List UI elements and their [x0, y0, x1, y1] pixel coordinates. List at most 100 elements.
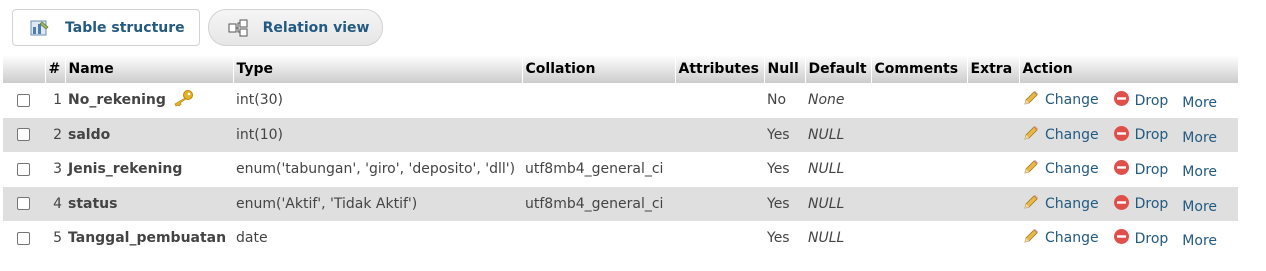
header-action: Action	[1019, 55, 1239, 83]
drop-icon	[1113, 125, 1135, 146]
drop-button[interactable]: Drop	[1113, 228, 1169, 249]
drop-label: Drop	[1134, 230, 1169, 247]
column-default: NULL	[805, 117, 871, 152]
change-button[interactable]: Change	[1022, 89, 1099, 111]
table-row: 5 Tanggal_pembuatan date Yes NULL Change Drop M…	[3, 221, 1238, 256]
change-button[interactable]: Change	[1022, 158, 1099, 180]
change-label: Change	[1045, 230, 1099, 247]
column-collation: utf8mb4_general_ci	[522, 152, 675, 187]
column-default: None	[805, 83, 871, 118]
more-button[interactable]: More	[1182, 95, 1217, 111]
drop-button[interactable]: Drop	[1113, 90, 1169, 111]
column-comments	[871, 117, 967, 152]
column-extra	[967, 186, 1019, 221]
column-attributes	[675, 117, 764, 152]
tab-label: Table structure	[65, 19, 185, 36]
header-type: Type	[233, 55, 523, 83]
drop-label: Drop	[1134, 92, 1169, 109]
header-extra: Extra	[967, 55, 1020, 83]
change-label: Change	[1045, 92, 1099, 109]
column-collation: utf8mb4_general_ci	[522, 186, 675, 221]
column-comments	[871, 83, 967, 118]
row-checkbox[interactable]	[17, 128, 30, 142]
column-name-cell: Jenis_rekening	[65, 152, 233, 187]
column-type: enum('Aktif', 'Tidak Aktif')	[233, 186, 522, 221]
column-extra	[967, 117, 1019, 152]
pencil-icon	[1022, 89, 1045, 111]
pencil-icon	[1022, 227, 1045, 249]
header-attributes: Attributes	[675, 55, 765, 83]
column-type: int(30)	[233, 83, 522, 118]
column-null: Yes	[764, 117, 805, 152]
header-select	[3, 55, 46, 83]
row-checkbox[interactable]	[17, 93, 30, 107]
more-button[interactable]: More	[1182, 164, 1217, 180]
column-name: Jenis_rekening	[68, 161, 183, 178]
column-attributes	[675, 152, 764, 187]
column-actions: Change Drop More	[1019, 83, 1238, 118]
column-null: Yes	[764, 152, 805, 187]
column-comments	[871, 221, 967, 256]
column-collation	[522, 117, 675, 152]
column-name-cell: Tanggal_pembuatan	[65, 221, 233, 256]
tab-bar: Table structure Relation view	[12, 9, 384, 46]
column-comments	[871, 152, 967, 187]
pencil-icon	[1022, 193, 1045, 215]
relation-view-icon	[227, 18, 249, 38]
column-name-cell: No_rekening	[65, 83, 233, 118]
table-structure-icon	[29, 18, 51, 38]
header-comments: Comments	[871, 55, 968, 83]
more-button[interactable]: More	[1182, 199, 1217, 215]
tab-relation-view[interactable]: Relation view	[207, 9, 384, 46]
table-row: 1 No_rekening int(30) No None Change Drop More	[3, 83, 1238, 118]
pencil-icon	[1022, 158, 1045, 180]
change-label: Change	[1045, 126, 1099, 143]
tab-table-structure[interactable]: Table structure	[12, 9, 200, 46]
drop-button[interactable]: Drop	[1113, 194, 1169, 215]
row-select-cell	[3, 186, 45, 221]
column-name: Tanggal_pembuatan	[68, 230, 227, 247]
drop-label: Drop	[1134, 196, 1169, 213]
column-extra	[967, 83, 1019, 118]
drop-button[interactable]: Drop	[1113, 125, 1169, 146]
column-type: int(10)	[233, 117, 522, 152]
drop-icon	[1113, 159, 1135, 180]
column-collation	[522, 83, 675, 118]
more-button[interactable]: More	[1182, 233, 1217, 249]
column-default: NULL	[805, 152, 871, 187]
column-name: No_rekening	[68, 92, 166, 109]
column-default: NULL	[805, 186, 871, 221]
column-type: date	[233, 221, 522, 256]
row-number: 5	[45, 221, 65, 256]
column-actions: Change Drop More	[1019, 117, 1238, 152]
column-null: No	[764, 83, 805, 118]
drop-label: Drop	[1134, 161, 1169, 178]
pencil-icon	[1022, 124, 1045, 146]
row-select-cell	[3, 83, 45, 118]
structure-table: # Name Type Collation Attributes Null De…	[3, 55, 1239, 256]
column-collation	[522, 221, 675, 256]
row-select-cell	[3, 221, 45, 256]
column-attributes	[675, 83, 764, 118]
column-comments	[871, 186, 967, 221]
row-checkbox[interactable]	[17, 231, 30, 245]
row-checkbox[interactable]	[17, 197, 30, 211]
change-label: Change	[1045, 161, 1099, 178]
tab-label: Relation view	[262, 19, 370, 36]
header-number: #	[45, 55, 66, 83]
row-select-cell	[3, 152, 45, 187]
drop-button[interactable]: Drop	[1113, 159, 1169, 180]
row-checkbox[interactable]	[17, 162, 30, 176]
change-button[interactable]: Change	[1022, 227, 1099, 249]
column-name-cell: saldo	[65, 117, 233, 152]
change-button[interactable]: Change	[1022, 193, 1099, 215]
more-button[interactable]: More	[1182, 130, 1217, 146]
drop-label: Drop	[1134, 127, 1169, 144]
header-default: Default	[805, 55, 872, 83]
drop-icon	[1113, 90, 1135, 111]
column-null: Yes	[764, 221, 805, 256]
column-attributes	[675, 221, 764, 256]
change-button[interactable]: Change	[1022, 124, 1099, 146]
table-row: 4 status enum('Aktif', 'Tidak Aktif') utf8m…	[3, 186, 1238, 221]
column-attributes	[675, 186, 764, 221]
